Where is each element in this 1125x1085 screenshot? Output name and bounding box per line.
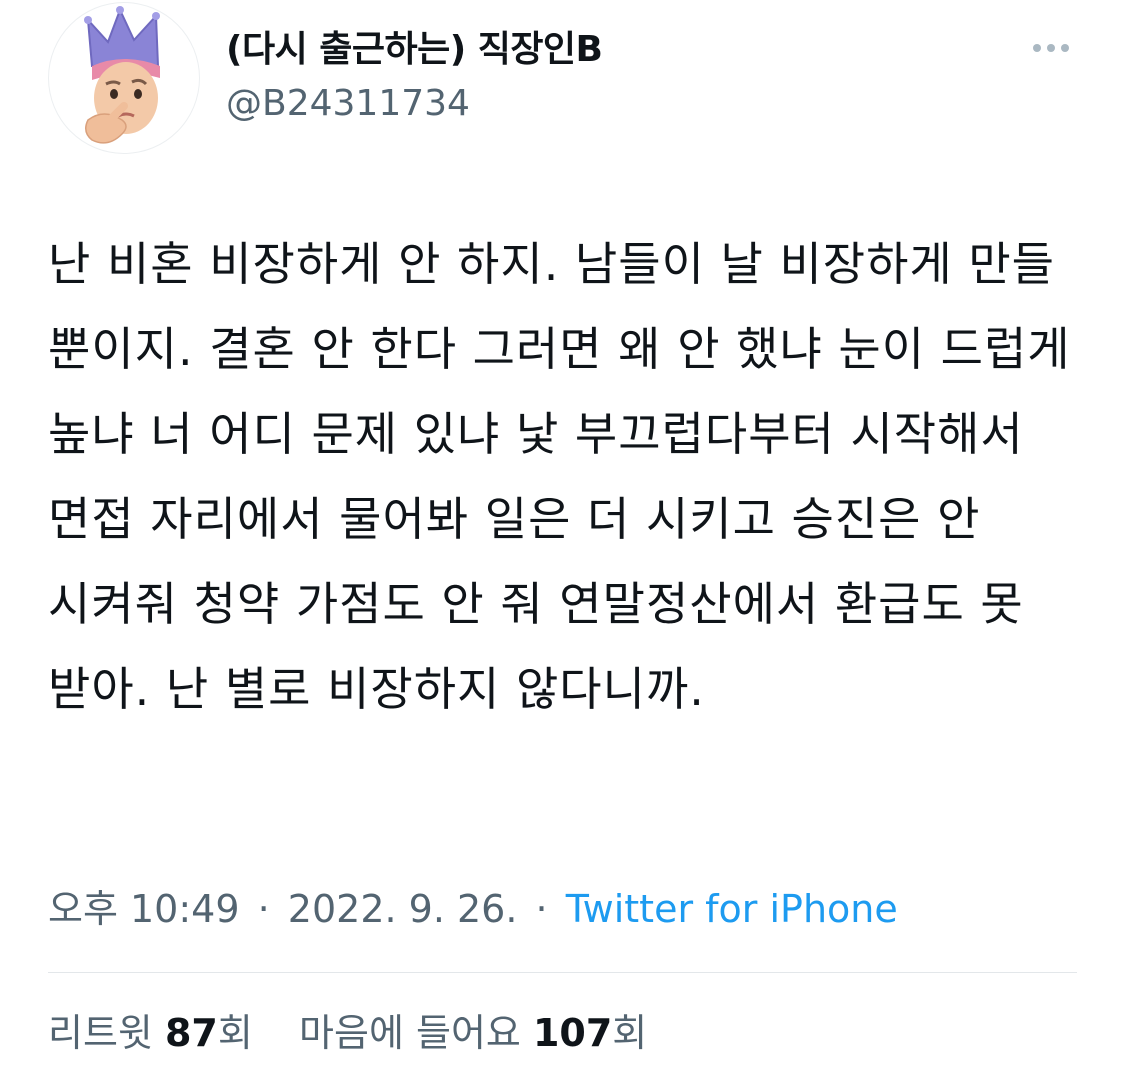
likes-label: 마음에 들어요 — [299, 1011, 521, 1055]
ellipsis-icon — [1033, 44, 1041, 52]
likes-suffix: 회 — [612, 1011, 648, 1055]
author-display-name[interactable]: (다시 출근하는) 직장인B — [226, 26, 603, 74]
more-options-button[interactable] — [1025, 30, 1077, 66]
tweet-date[interactable]: 2022. 9. 26. — [288, 887, 518, 931]
meta-separator: · — [535, 887, 548, 931]
tweet-time[interactable]: 오후 10:49 — [48, 887, 240, 931]
ellipsis-icon — [1061, 44, 1069, 52]
likes-count: 107 — [532, 1011, 613, 1055]
avatar[interactable] — [48, 2, 200, 154]
memoji-avatar-icon — [84, 6, 160, 144]
retweets-stat[interactable]: 리트윗 87회 — [48, 1011, 265, 1055]
tweet-meta: 오후 10:49 · 2022. 9. 26. · Twitter for iP… — [48, 882, 898, 936]
retweets-suffix: 회 — [217, 1011, 253, 1055]
ellipsis-icon — [1047, 44, 1055, 52]
tweet-text: 난 비혼 비장하게 안 하지. 남들이 날 비장하게 만들 뿐이지. 결혼 안 … — [48, 237, 1071, 716]
retweets-count: 87 — [164, 1011, 218, 1055]
likes-stat[interactable]: 마음에 들어요 107회 — [299, 1011, 647, 1055]
tweet-source-link[interactable]: Twitter for iPhone — [566, 887, 898, 931]
retweets-label: 리트윗 — [48, 1011, 153, 1055]
divider — [48, 972, 1077, 973]
meta-separator: · — [257, 887, 270, 931]
tweet-stats: 리트윗 87회 마음에 들어요 107회 — [48, 1006, 647, 1060]
author-handle[interactable]: @B24311734 — [226, 80, 470, 128]
